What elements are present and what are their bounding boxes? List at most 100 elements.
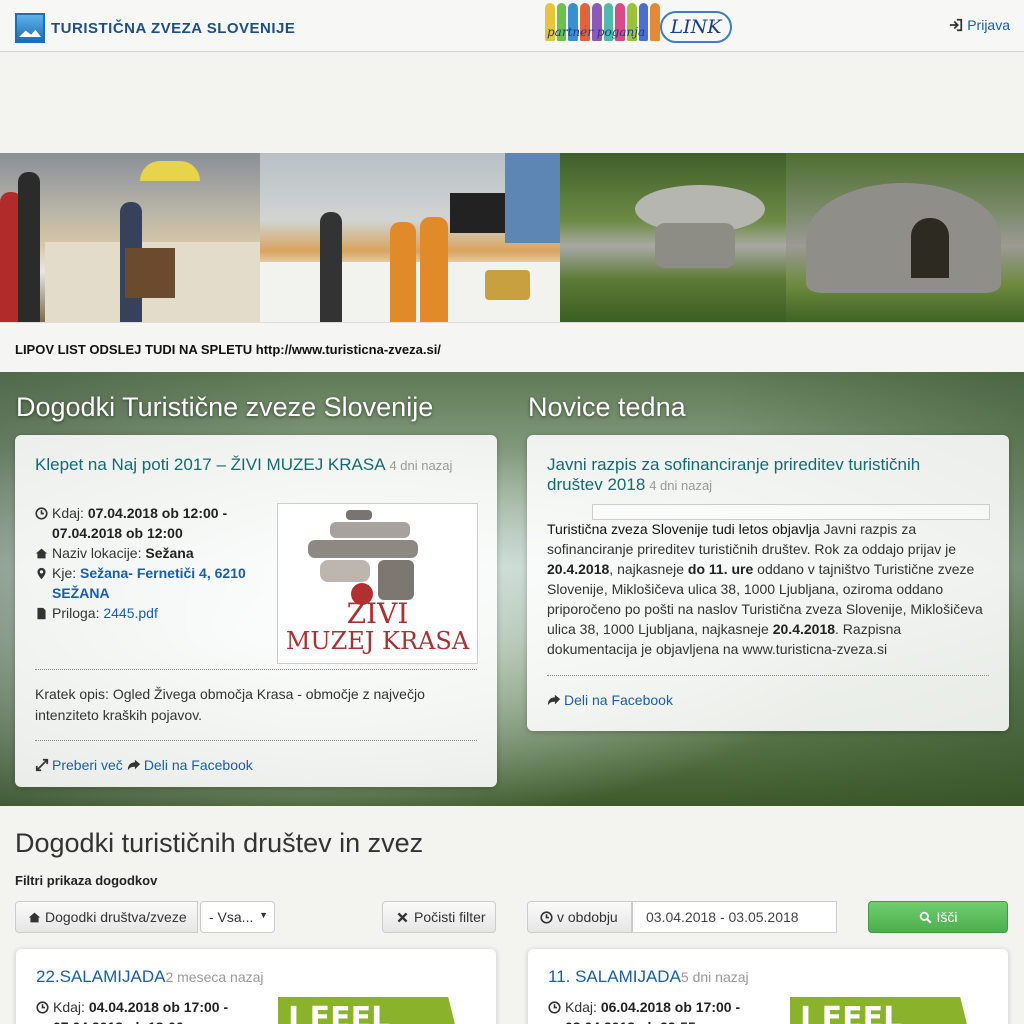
search-button[interactable]: Išči (868, 901, 1008, 933)
search-icon (919, 911, 931, 923)
event-ago: 4 dni nazaj (389, 458, 453, 473)
partner-tagline: partner poganja (547, 25, 646, 39)
news-title-block: Javni razpis za sofinanciranje priredite… (547, 455, 967, 495)
society-event-when-row: Kdaj: 06.04.2018 ob 17:00 - 08.04.2018 o… (548, 997, 783, 1024)
event-title-link[interactable]: Klepet na Naj poti 2017 – ŽIVI MUZEJ KRA… (35, 455, 386, 474)
society-events-heading: Dogodki turističnih društev in zvez (15, 828, 424, 858)
society-event-ago: 2 meseca nazaj (165, 969, 264, 985)
event-actions: Preberi več Deli na Facebook (35, 757, 253, 773)
banner-photo-fair-stand (0, 153, 260, 322)
event-where-link[interactable]: Sežana- Fernetiči 4, 6210 SEŽANA (52, 565, 246, 601)
search-label: Išči (936, 909, 958, 925)
period-label-text: v obdobju (557, 909, 618, 925)
society-event-when-label: Kdaj: (53, 999, 85, 1015)
clear-filter-button[interactable]: Počisti filter (382, 901, 496, 933)
society-event-title-block: 11. SALAMIJADA5 dni nazaj (548, 967, 749, 987)
society-event-ago: 5 dni nazaj (680, 969, 749, 985)
event-meta: Kdaj: 07.04.2018 ob 12:00 - 07.04.2018 o… (35, 503, 270, 623)
org-logo[interactable]: TURISTIČNA ZVEZA SLOVENIJE (15, 13, 295, 43)
event-when-label: Kdaj: (52, 505, 84, 521)
tzs-event-card: Klepet na Naj poti 2017 – ŽIVI MUZEJ KRA… (15, 435, 497, 787)
society-event-card: 11. SALAMIJADA5 dni nazaj Kdaj: 06.04.20… (527, 948, 1009, 1024)
banner-photo-exhibition (260, 153, 560, 322)
divider (547, 675, 989, 676)
map-marker-icon (37, 567, 46, 580)
society-event-title-link[interactable]: 11. SALAMIJADA (548, 967, 681, 986)
news-body-lead: Turistična zveza Slovenije tudi letos ob… (547, 521, 820, 537)
event-share-facebook-link[interactable]: Deli na Facebook (127, 757, 253, 773)
society-event-image[interactable]: I FEEL (790, 997, 975, 1024)
event-title-block: Klepet na Naj poti 2017 – ŽIVI MUZEJ KRA… (35, 455, 455, 475)
event-when-row: Kdaj: 07.04.2018 ob 12:00 - 07.04.2018 o… (35, 503, 270, 543)
news-card: Javni razpis za sofinanciranje priredite… (527, 435, 1009, 731)
news-share-facebook-link[interactable]: Deli na Facebook (547, 692, 673, 708)
mountain-logo-icon (15, 13, 45, 43)
society-event-card: 22.SALAMIJADA2 meseca nazaj Kdaj: 04.04.… (15, 948, 497, 1024)
news-image-placeholder (592, 504, 990, 520)
event-image-zivi-muzej-krasa[interactable]: ŽIVI MUZEJ KRASA (277, 503, 478, 664)
event-image-line1: ŽIVI (346, 597, 409, 630)
clear-filter-label: Počisti filter (414, 909, 486, 925)
divider (35, 740, 477, 741)
news-body: Turistična zveza Slovenije tudi letos ob… (547, 519, 992, 659)
event-where-label: Kje: (52, 565, 77, 581)
read-more-link[interactable]: Preberi več (35, 757, 123, 773)
home-icon (35, 548, 48, 559)
site-header: TURISTIČNA ZVEZA SLOVENIJE partner pogan… (0, 0, 1024, 52)
event-where-row: Kje: Sežana- Fernetiči 4, 6210 SEŽANA (35, 563, 270, 603)
news-body-deadline: 20.4.2018 (772, 621, 836, 637)
divider (35, 669, 477, 670)
banner-photo-stone-table (560, 153, 786, 322)
society-event-when-label: Kdaj: (565, 999, 597, 1015)
share-icon (547, 694, 561, 706)
event-share-label: Deli na Facebook (143, 757, 253, 773)
expand-icon (35, 758, 49, 772)
society-event-when-row: Kdaj: 04.04.2018 ob 17:00 - 07.04.2018 o… (36, 997, 271, 1024)
chevron-down-icon: ▼ (259, 910, 268, 920)
partner-logo[interactable]: partner poganja LINK (545, 3, 735, 45)
news-title-link[interactable]: Javni razpis za sofinanciranje priredite… (547, 455, 920, 494)
society-event-title-block: 22.SALAMIJADA2 meseca nazaj (36, 967, 264, 987)
filter-select-value: - Vsa... (209, 909, 254, 925)
partner-name: LINK (660, 11, 732, 43)
file-icon (37, 607, 46, 620)
news-body-deadline: 20.4.2018 (547, 561, 610, 577)
event-location-value: Sežana (145, 545, 194, 561)
period-label: v obdobju (527, 901, 632, 933)
filter-type-label: Dogodki društva/zveze (45, 909, 187, 925)
announcement-text: LIPOV LIST ODSLEJ TUDI NA SPLETU http://… (15, 342, 441, 357)
org-name: TURISTIČNA ZVEZA SLOVENIJE (51, 19, 296, 37)
filters-label: Filtri prikaza dogodkov (15, 873, 158, 888)
filter-society-select[interactable]: - Vsa... ▼ (200, 901, 275, 933)
clock-icon (35, 507, 48, 520)
home-icon (28, 912, 41, 922)
banner-photo-stone-hut (786, 153, 1024, 322)
news-body-text: , najkasneje (609, 561, 688, 577)
news-body-hour: do 11. ure (687, 561, 754, 577)
announcement-strip: LIPOV LIST ODSLEJ TUDI NA SPLETU http://… (0, 322, 1024, 372)
clock-icon (540, 910, 553, 924)
login-link[interactable]: Prijava (949, 17, 1010, 33)
event-description: Kratek opis: Ogled Živega območja Krasa … (35, 686, 425, 723)
login-label: Prijava (967, 17, 1010, 33)
event-location-label: Naziv lokacije: (52, 545, 142, 561)
sign-in-icon (950, 18, 963, 32)
share-icon (127, 759, 140, 771)
society-event-image[interactable]: I FEEL (278, 997, 463, 1024)
close-icon (397, 912, 408, 922)
event-image-line2: MUZEJ KRASA (285, 627, 470, 655)
event-location-row: Naziv lokacije: Sežana (35, 543, 270, 563)
period-date-range-input[interactable]: 03.04.2018 - 03.05.2018 (632, 901, 837, 933)
tzs-events-heading: Dogodki Turistične zveze Slovenije (16, 392, 434, 422)
clock-icon (36, 1001, 49, 1014)
photo-banner (0, 153, 1024, 322)
news-share-label: Deli na Facebook (564, 692, 673, 708)
read-more-label: Preberi več (52, 757, 123, 773)
society-event-title-link[interactable]: 22.SALAMIJADA (36, 967, 165, 986)
news-heading: Novice tedna (528, 392, 686, 422)
event-attachment-row: Priloga: 2445.pdf (35, 603, 270, 623)
news-ago: 4 dni nazaj (649, 478, 713, 493)
event-attachment-link[interactable]: 2445.pdf (103, 605, 158, 621)
clock-icon (548, 1001, 561, 1014)
filter-type-button[interactable]: Dogodki društva/zveze (15, 901, 198, 933)
